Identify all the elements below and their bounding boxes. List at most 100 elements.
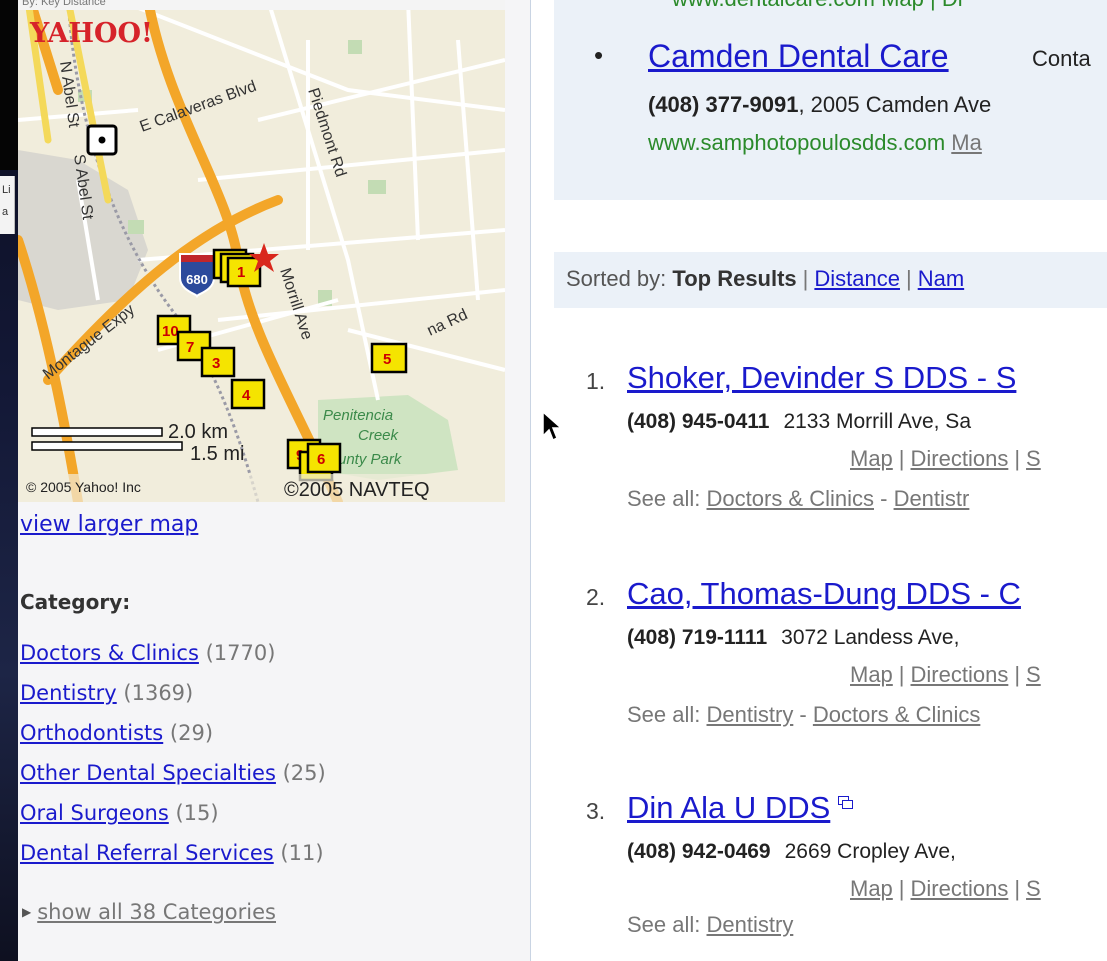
- result-number: 1.: [586, 368, 606, 394]
- result-phone: (408) 945-0411: [627, 410, 770, 433]
- result-action-links: Map | Directions | S: [850, 876, 1041, 901]
- map-marker[interactable]: 4: [242, 387, 251, 404]
- category-count: (1369): [123, 681, 194, 705]
- sort-bar: Sorted by: Top Results | Distance | Nam: [554, 252, 1107, 308]
- category-count: (11): [280, 841, 324, 865]
- category-link-dental-referral-services[interactable]: Dental Referral Services: [20, 841, 274, 865]
- result-more-link[interactable]: S: [1026, 446, 1041, 471]
- sponsor-phone: (408) 377-9091: [648, 92, 799, 117]
- map-park-label: unty Park: [338, 451, 403, 468]
- map-marker[interactable]: 6: [317, 451, 325, 468]
- sponsor-address: , 2005 Camden Ave: [798, 92, 992, 117]
- background-window-fragment: Li a: [0, 176, 15, 234]
- result-contact-line: (408) 942-0469 2669 Cropley Ave,: [627, 840, 956, 864]
- interstate-shield-icon: 680: [179, 253, 215, 299]
- see-all-label: See all:: [627, 912, 701, 937]
- result-contact-line: (408) 945-0411 2133 Morrill Ave, Sa: [627, 410, 971, 434]
- map-park-label: Creek: [358, 427, 400, 444]
- map-header-fragment: By: Key Distance: [22, 0, 106, 8]
- category-count: (25): [282, 761, 326, 785]
- sort-current: Top Results: [672, 266, 797, 291]
- mouse-cursor-icon: [542, 410, 563, 442]
- result-phone: (408) 942-0469: [627, 840, 771, 863]
- category-item: Other Dental Specialties (25): [20, 757, 326, 797]
- category-count: (29): [169, 721, 214, 745]
- result-directions-link[interactable]: Directions: [911, 876, 1009, 901]
- results-column: www.dentalcare.com Map | Di • Camden Den…: [531, 0, 1107, 961]
- show-all-label[interactable]: show all 38 Categories: [37, 900, 276, 924]
- result-see-all: See all: Dentistry: [627, 912, 793, 938]
- result-title-link[interactable]: Shoker, Devinder S DDS - S: [627, 360, 1016, 396]
- map-marker[interactable]: 1: [237, 264, 245, 281]
- category-heading: Category:: [20, 590, 131, 614]
- see-all-label: See all:: [627, 702, 701, 727]
- category-link-doctors-clinics[interactable]: Doctors & Clinics: [20, 641, 199, 665]
- see-all-link[interactable]: Dentistry: [707, 912, 794, 937]
- see-all-link[interactable]: Doctors & Clinics: [813, 702, 980, 727]
- see-all-label: See all:: [627, 486, 701, 511]
- result-see-all: See all: Dentistry - Doctors & Clinics: [627, 702, 981, 727]
- map-park-label: Penitencia: [323, 407, 393, 424]
- category-link-dentistry[interactable]: Dentistry: [20, 681, 117, 705]
- poi-icon[interactable]: [86, 124, 118, 156]
- map-marker[interactable]: 5: [383, 351, 391, 368]
- highway-number: 680: [186, 272, 208, 287]
- category-item: Orthodontists (29): [20, 717, 326, 757]
- result-title-text[interactable]: Din Ala U DDS: [627, 790, 830, 825]
- category-list: Doctors & Clinics (1770) Dentistry (1369…: [20, 637, 326, 877]
- bullet-icon: •: [594, 40, 604, 70]
- result-address: 2669 Cropley Ave,: [784, 840, 956, 863]
- result-map-link[interactable]: Map: [850, 446, 893, 471]
- sponsor-map-link[interactable]: Ma: [951, 130, 982, 155]
- result-directions-link[interactable]: Directions: [911, 662, 1009, 687]
- sponsor-top-fragment[interactable]: www.dentalcare.com Map | Di: [672, 0, 963, 12]
- see-all-link[interactable]: Doctors & Clinics: [707, 486, 874, 511]
- category-link-other-dental-specialties[interactable]: Other Dental Specialties: [20, 761, 276, 785]
- category-item: Dental Referral Services (11): [20, 837, 326, 877]
- result-address: 3072 Landess Ave,: [781, 626, 960, 649]
- category-item: Doctors & Clinics (1770): [20, 637, 326, 677]
- category-link-oral-surgeons[interactable]: Oral Surgeons: [20, 801, 169, 825]
- show-all-categories-link[interactable]: ▶ show all 38 Categories: [22, 900, 276, 924]
- map-marker[interactable]: 3: [212, 355, 220, 372]
- view-larger-map-link[interactable]: view larger map: [20, 512, 198, 537]
- result-title-link[interactable]: Cao, Thomas-Dung DDS - C: [627, 576, 1021, 612]
- expand-triangle-icon: ▶: [22, 905, 32, 919]
- map-canvas[interactable]: E Calaveras Blvd Piedmont Rd N Abel St S…: [18, 0, 505, 502]
- map-marker-item[interactable]: 5: [370, 342, 408, 374]
- result-contact-line: (408) 719-1111 3072 Landess Ave,: [627, 626, 959, 650]
- background-fragment-text: Li: [2, 184, 11, 196]
- category-link-orthodontists[interactable]: Orthodontists: [20, 721, 163, 745]
- result-map-link[interactable]: Map: [850, 876, 893, 901]
- sponsor-title-link[interactable]: Camden Dental Care: [648, 38, 949, 75]
- category-item: Dentistry (1369): [20, 677, 326, 717]
- map-marker[interactable]: 7: [186, 339, 194, 356]
- map-marker-item[interactable]: 3: [200, 346, 236, 378]
- scale-km-label: 2.0 km: [168, 421, 228, 443]
- yahoo-logo: YAHOO!: [29, 18, 153, 49]
- map-marker[interactable]: 10: [162, 323, 179, 340]
- sponsor-url-line: www.samphotopoulosdds.com Ma: [648, 130, 982, 156]
- sponsor-contact-line: (408) 377-9091, 2005 Camden Ave: [648, 92, 991, 118]
- result-title-link[interactable]: Din Ala U DDS: [627, 790, 854, 826]
- see-all-link[interactable]: Dentistry: [707, 702, 794, 727]
- sponsored-results-box: www.dentalcare.com Map | Di • Camden Den…: [554, 0, 1107, 200]
- new-window-icon[interactable]: [838, 796, 854, 809]
- result-map-link[interactable]: Map: [850, 662, 893, 687]
- result-action-links: Map | Directions | S: [850, 662, 1041, 687]
- sponsor-url[interactable]: www.samphotopoulosdds.com: [648, 130, 945, 155]
- result-directions-link[interactable]: Directions: [911, 446, 1009, 471]
- result-phone: (408) 719-1111: [627, 626, 768, 649]
- background-fragment-text: a: [2, 206, 9, 218]
- result-action-links: Map | Directions | S: [850, 446, 1041, 471]
- yahoo-map[interactable]: E Calaveras Blvd Piedmont Rd N Abel St S…: [18, 0, 505, 502]
- category-count: (15): [175, 801, 219, 825]
- result-number: 2.: [586, 584, 606, 610]
- sort-distance-link[interactable]: Distance: [814, 266, 900, 291]
- result-more-link[interactable]: S: [1026, 662, 1041, 687]
- map-marker-item[interactable]: 4: [230, 378, 266, 410]
- sort-name-link[interactable]: Nam: [918, 266, 964, 291]
- result-number: 3.: [586, 798, 606, 824]
- result-more-link[interactable]: S: [1026, 876, 1041, 901]
- see-all-link[interactable]: Dentistr: [894, 486, 970, 511]
